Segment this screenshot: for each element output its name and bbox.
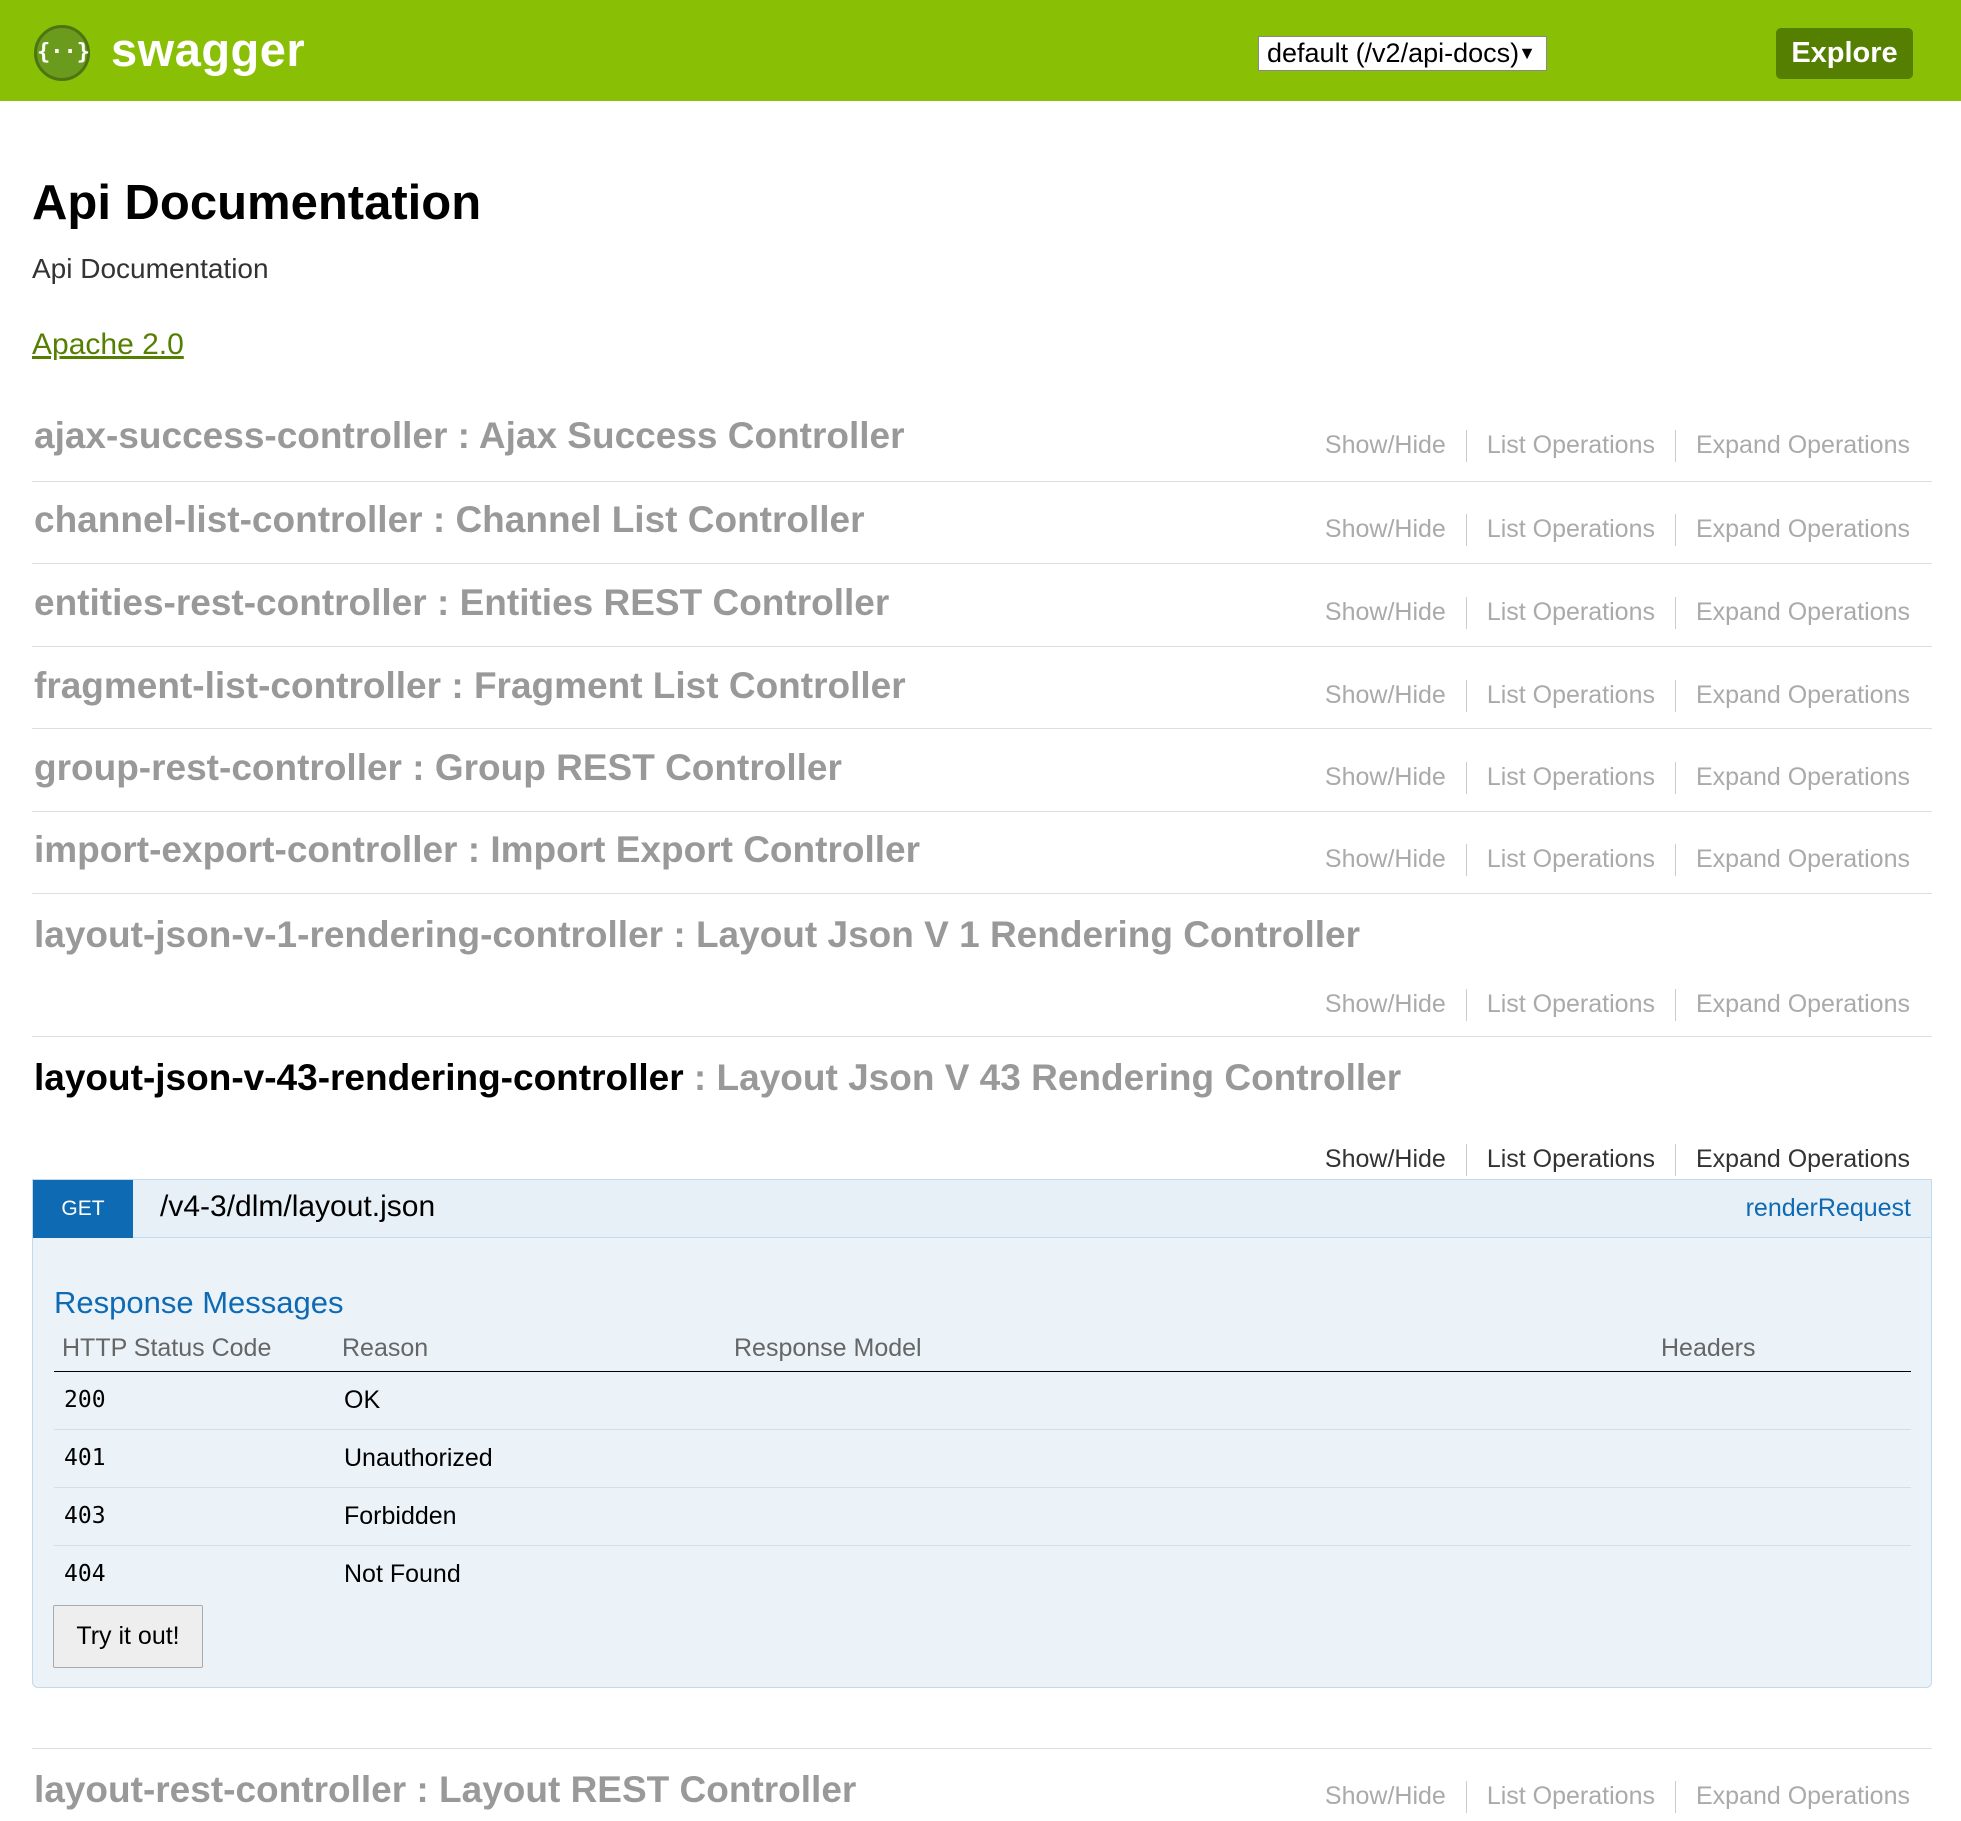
http-method-badge[interactable]: GET [33,1180,133,1238]
column-header: Reason [334,1326,726,1372]
expand-operations-link[interactable]: Expand Operations [1696,598,1910,627]
list-operations-link[interactable]: List Operations [1487,990,1655,1019]
status-reason: OK [334,1371,726,1430]
column-header: Headers [1653,1326,1911,1372]
expand-operations-link[interactable]: Expand Operations [1696,990,1910,1019]
column-header: Response Model [726,1326,1653,1372]
resource-ops: Show/Hide List Operations Expand Operation… [1325,514,1910,546]
resource-title[interactable]: layout-json-v-43-rendering-controller : … [34,1057,1401,1099]
resource-ops: Show/Hide List Operations Expand Operation… [1325,989,1910,1021]
expand-operations-link[interactable]: Expand Operations [1696,1782,1910,1811]
status-code: 403 [54,1487,334,1546]
resource-title[interactable]: entities-rest-controller : Entities REST… [34,582,889,624]
show-hide-link[interactable]: Show/Hide [1325,515,1446,544]
expand-operations-link[interactable]: Expand Operations [1696,431,1910,460]
operation-path[interactable]: /v4-3/dlm/layout.json [160,1190,435,1224]
resource-layout-rest-controller: layout-rest-controller : Layout REST Con… [32,1748,1932,1821]
table-row: 200 OK [54,1371,1911,1430]
list-operations-link[interactable]: List Operations [1487,1782,1655,1811]
explore-button[interactable]: Explore [1776,28,1913,79]
resource-ops: Show/Hide List Operations Expand Operation… [1325,844,1910,876]
resource-ops: Show/Hide List Operations Expand Operation… [1325,680,1910,712]
list-operations-link[interactable]: List Operations [1487,681,1655,710]
expand-operations-link[interactable]: Expand Operations [1696,763,1910,792]
resource-title[interactable]: group-rest-controller : Group REST Contr… [34,747,842,789]
resource-title[interactable]: layout-rest-controller : Layout REST Con… [34,1769,856,1811]
list-operations-link[interactable]: List Operations [1487,1145,1655,1174]
resource-channel-list-controller: channel-list-controller : Channel List C… [32,482,1932,564]
resource-title[interactable]: layout-json-v-1-rendering-controller : L… [34,914,1360,956]
resource-ops: Show/Hide List Operations Expand Operation… [1325,762,1910,794]
resource-title[interactable]: fragment-list-controller : Fragment List… [34,665,906,707]
show-hide-link[interactable]: Show/Hide [1325,598,1446,627]
list-operations-link[interactable]: List Operations [1487,845,1655,874]
show-hide-link[interactable]: Show/Hide [1325,1145,1446,1174]
license-link[interactable]: Apache 2.0 [32,328,184,362]
column-header: HTTP Status Code [54,1326,334,1372]
resource-ops: Show/Hide List Operations Expand Operation… [1325,430,1910,462]
operation-nickname[interactable]: renderRequest [1746,1194,1911,1223]
list-operations-link[interactable]: List Operations [1487,431,1655,460]
expand-operations-link[interactable]: Expand Operations [1696,1145,1910,1174]
expand-operations-link[interactable]: Expand Operations [1696,515,1910,544]
expand-operations-link[interactable]: Expand Operations [1696,681,1910,710]
top-bar: {··} swagger default (/v2/api-docs) ▼ Ex… [0,0,1961,101]
resource-ajax-success-controller: ajax-success-controller : Ajax Success C… [32,412,1932,482]
resource-import-export-controller: import-export-controller : Import Export… [32,812,1932,894]
status-code: 200 [54,1371,334,1430]
status-reason: Not Found [344,1559,461,1588]
try-it-out-button[interactable]: Try it out! [53,1605,203,1668]
list-operations-link[interactable]: List Operations [1487,515,1655,544]
resource-entities-rest-controller: entities-rest-controller : Entities REST… [32,564,1932,647]
logo-text[interactable]: swagger [111,22,305,77]
resource-ops: Show/Hide List Operations Expand Operation… [1325,1781,1910,1813]
resource-layout-json-v-1-rendering-controller: layout-json-v-1-rendering-controller : L… [32,894,1932,1037]
response-messages-table: HTTP Status Code Reason Response Model H… [54,1326,1911,1603]
table-row: 401 Unauthorized [54,1429,1911,1488]
expand-operations-link[interactable]: Expand Operations [1696,845,1910,874]
status-reason: Forbidden [334,1487,726,1546]
resource-layout-json-v-43-rendering-controller: layout-json-v-43-rendering-controller : … [32,1037,1932,1179]
show-hide-link[interactable]: Show/Hide [1325,763,1446,792]
spec-url-select[interactable]: default (/v2/api-docs) ▼ [1258,36,1547,71]
list-operations-link[interactable]: List Operations [1487,763,1655,792]
resource-title[interactable]: ajax-success-controller : Ajax Success C… [34,415,905,457]
api-description: Api Documentation [32,253,269,284]
chevron-down-icon: ▼ [1518,43,1536,63]
page-title: Api Documentation [32,176,482,230]
spec-select-value: default (/v2/api-docs) [1267,38,1520,68]
resource-ops: Show/Hide List Operations Expand Operation… [1325,597,1910,629]
resource-ops: Show/Hide List Operations Expand Operation… [1325,1144,1910,1176]
status-reason: Unauthorized [334,1429,726,1488]
resource-group-rest-controller: group-rest-controller : Group REST Contr… [32,729,1932,812]
response-messages-heading: Response Messages [54,1285,344,1320]
show-hide-link[interactable]: Show/Hide [1325,845,1446,874]
status-code: 404 [64,1561,106,1588]
table-row: 404 Not Found [54,1545,1911,1603]
table-row: 403 Forbidden [54,1487,1911,1546]
show-hide-link[interactable]: Show/Hide [1325,1782,1446,1811]
resource-title[interactable]: import-export-controller : Import Export… [34,829,920,871]
operation-heading[interactable]: GET /v4-3/dlm/layout.json renderRequest [33,1180,1931,1238]
show-hide-link[interactable]: Show/Hide [1325,681,1446,710]
table-header-row: HTTP Status Code Reason Response Model H… [54,1326,1911,1372]
swagger-logo-icon[interactable]: {··} [34,25,90,81]
show-hide-link[interactable]: Show/Hide [1325,990,1446,1019]
resource-title[interactable]: channel-list-controller : Channel List C… [34,499,865,541]
status-code: 401 [54,1429,334,1488]
resource-fragment-list-controller: fragment-list-controller : Fragment List… [32,647,1932,729]
list-operations-link[interactable]: List Operations [1487,598,1655,627]
operation-get-layout-json: GET /v4-3/dlm/layout.json renderRequest … [32,1179,1932,1688]
show-hide-link[interactable]: Show/Hide [1325,431,1446,460]
